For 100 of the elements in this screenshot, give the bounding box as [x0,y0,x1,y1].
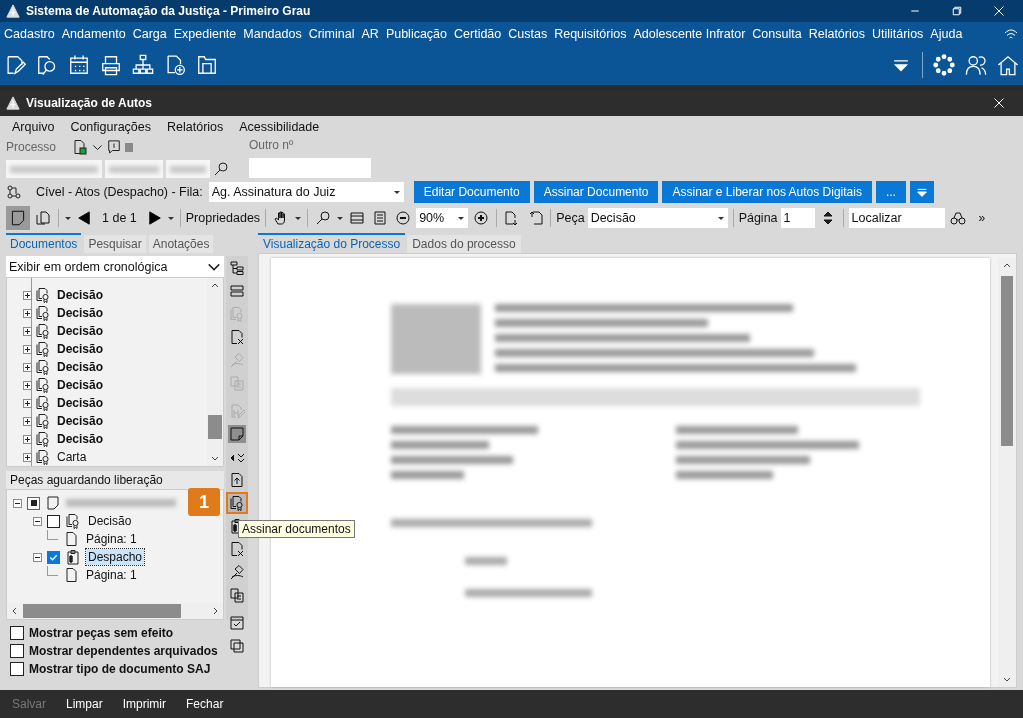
collapse-icon[interactable] [13,498,22,508]
dropdown-arrow-icon[interactable] [166,214,175,222]
footer-button[interactable]: Fechar [186,697,224,711]
tab[interactable]: Anotações [148,235,214,253]
piece-select[interactable]: Decisão [587,208,728,228]
document-item[interactable]: Decisão [57,342,104,356]
dropdown-arrow-icon[interactable] [64,214,72,222]
add-document-icon[interactable] [164,54,186,76]
calendar-icon[interactable] [68,54,90,76]
pages-icon[interactable] [33,208,53,228]
export-document-icon[interactable] [228,471,246,489]
expand-icon[interactable] [23,416,32,426]
expand-icon[interactable] [23,344,32,354]
dropdown-button[interactable] [909,180,934,203]
document-item[interactable]: Decisão [57,396,104,410]
more-button[interactable]: » [978,211,986,225]
users-icon[interactable] [965,54,987,76]
action-button[interactable]: Assinar e Liberar nos Autos Digitais [662,180,872,203]
scroll-down-icon[interactable] [211,454,219,462]
tab[interactable]: Visualização do Processo [258,233,406,253]
search-icon[interactable] [213,161,229,177]
workflow-icon[interactable] [6,183,22,200]
collapse-icon[interactable] [33,552,42,562]
checkbox[interactable] [47,514,60,528]
menu-item[interactable]: Consulta [752,26,802,41]
expand-icon[interactable] [23,362,32,372]
menu-item[interactable]: Cadastro [4,26,55,41]
footer-button[interactable]: Imprimir [122,697,167,711]
home-icon[interactable] [997,54,1019,76]
scrollbar[interactable] [998,258,1016,687]
menu-item[interactable]: Utilitários [871,26,924,41]
note-icon[interactable] [228,425,246,443]
checkbox[interactable] [10,644,24,658]
process-number-field[interactable] [105,160,163,178]
menu-item[interactable]: Configurações [70,120,151,138]
checkbox[interactable] [10,626,24,640]
delete-document-icon[interactable] [228,328,246,346]
dropdown-arrow-icon[interactable] [336,214,345,222]
tab[interactable]: Pesquisar [84,235,146,253]
expand-icon[interactable] [23,434,32,444]
page-icon[interactable] [6,206,30,230]
copy-icon[interactable] [228,586,246,604]
expand-icon[interactable] [23,452,32,462]
menu-item[interactable]: Arquivo [12,120,55,138]
delete-document-icon[interactable] [228,540,246,558]
edit-document-icon[interactable] [4,54,26,76]
checkbox-label[interactable]: Mostrar dependentes arquivados [29,644,218,658]
expand-icon[interactable] [23,290,32,300]
document-item[interactable]: Decisão [57,306,104,320]
close-icon[interactable] [993,5,1005,17]
menu-item[interactable]: Criminal [308,26,355,41]
previous-icon[interactable] [75,209,93,227]
menu-item[interactable]: Requisitórios [554,26,627,41]
action-button[interactable]: ... [875,180,906,203]
action-button[interactable]: Assinar Documento [533,180,659,203]
gavel-icon[interactable] [228,563,246,581]
menu-item[interactable]: Relatórios [167,120,224,138]
page-field[interactable]: 1 [780,208,815,228]
loading-icon[interactable] [933,54,955,76]
tree-item[interactable]: Página: 1 [84,567,139,583]
process-number-field[interactable] [166,160,210,178]
process-number-field[interactable] [6,160,102,178]
footer-button[interactable]: Limpar [66,697,103,711]
windows-icon[interactable] [228,637,246,655]
scroll-up-icon[interactable] [1003,262,1011,270]
scroll-thumb[interactable] [1001,276,1013,446]
tab[interactable]: Dados do processo [407,235,521,253]
order-select[interactable]: Exibir em ordem cronológica [6,256,224,277]
menu-item[interactable]: Expediente [173,26,237,41]
tree-item[interactable]: Despacho [86,549,145,565]
menu-item[interactable]: Andamento [61,26,126,41]
dropdown-arrow-icon[interactable] [294,214,303,222]
restore-icon[interactable] [951,5,963,17]
document-icon[interactable] [72,139,89,155]
hierarchy-icon[interactable] [132,54,154,76]
document-item[interactable]: Decisão [57,414,104,428]
zoom-select[interactable]: 90% [416,208,469,228]
menu-item[interactable]: Certidão [454,26,502,41]
scroll-right-icon[interactable] [211,607,219,615]
menu-item[interactable]: AR [361,26,379,41]
scroll-thumb[interactable] [208,415,222,439]
expand-icon[interactable] [23,308,32,318]
menu-item[interactable]: Acessibilidade [239,120,320,138]
document-item[interactable]: Decisão [57,378,104,392]
scroll-thumb[interactable] [23,604,181,618]
checkbox-label[interactable]: Mostrar peças sem efeito [29,626,174,640]
queue-select[interactable]: Ag. Assinatura do Juiz [208,181,404,202]
document-item[interactable]: Carta [57,450,87,464]
checkbox[interactable] [10,662,24,676]
stacked-bars-icon[interactable] [228,282,246,300]
menu-item[interactable]: Ajuda [930,26,963,41]
menu-item[interactable]: Mandados [243,26,302,41]
collapse-icon[interactable] [33,516,42,526]
document-item[interactable]: Decisão [57,288,104,302]
document-item[interactable]: Decisão [57,360,104,374]
tree-item[interactable]: Decisão [86,513,134,529]
menu-item[interactable]: Relatórios [808,26,865,41]
menu-item[interactable]: Carga [132,26,167,41]
search-field[interactable]: Localizar [848,208,945,228]
checkbox[interactable] [47,550,60,564]
